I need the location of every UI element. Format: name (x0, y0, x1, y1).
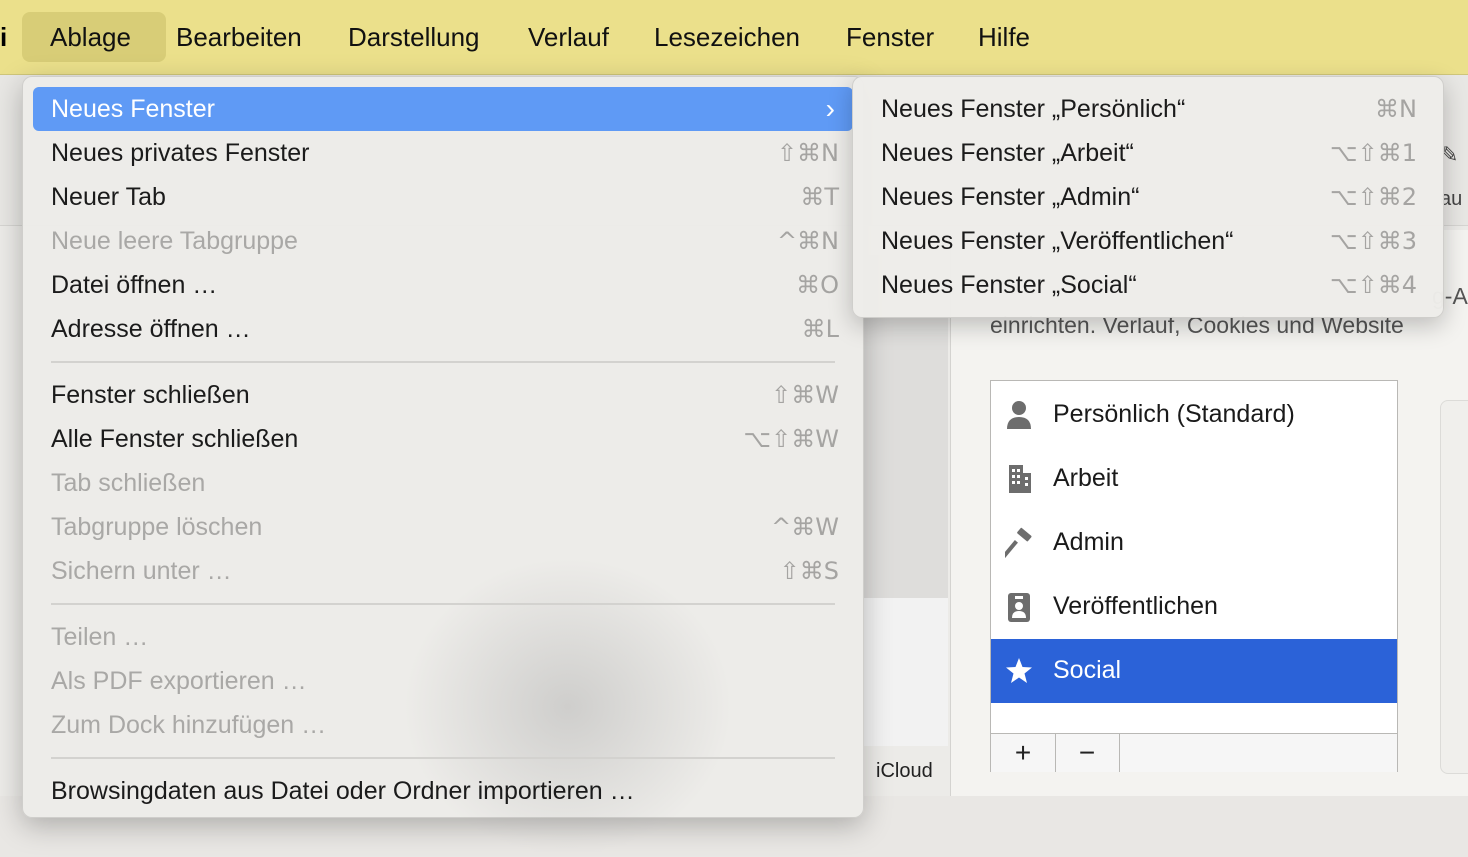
menu-ablage[interactable]: Ablage (22, 12, 166, 62)
building-icon (1009, 465, 1031, 493)
star-icon (1006, 658, 1032, 683)
profiles-list: Persönlich (Standard) Arbeit Admin Veröf… (990, 380, 1398, 772)
submenu-item-label: Neues Fenster „Social“ (881, 271, 1137, 299)
submenu-item-shortcut: ⌥⇧⌘1 (1329, 139, 1417, 167)
menu-item-als-pdf-exportieren: Als PDF exportieren … (33, 659, 853, 703)
submenu-item-label: Neues Fenster „Admin“ (881, 183, 1140, 211)
submenu-item-shortcut: ⌥⇧⌘4 (1329, 271, 1417, 299)
menu-item-label: Teilen … (51, 623, 149, 651)
menu-item-neues-fenster[interactable]: Neues Fenster › (33, 87, 853, 131)
menu-item-neuer-tab[interactable]: Neuer Tab ⌘T (33, 175, 853, 219)
menu-item-label: Als PDF exportieren … (51, 667, 307, 695)
menu-separator (51, 603, 835, 605)
menu-darstellung[interactable]: Darstellung (330, 12, 498, 62)
menu-item-shortcut: ⇧⌘S (779, 557, 839, 585)
menu-fenster[interactable]: Fenster (828, 12, 952, 62)
submenu-item-admin[interactable]: Neues Fenster „Admin“ ⌥⇧⌘2 (863, 175, 1433, 219)
menu-bar: i Ablage Bearbeiten Darstellung Verlauf … (0, 0, 1468, 75)
menu-item-label: Tabgruppe löschen (51, 513, 263, 541)
profile-label: Veröffentlichen (1053, 592, 1218, 620)
menu-item-zum-dock-hinzufuegen: Zum Dock hinzufügen … (33, 703, 853, 747)
menu-item-label: Alle Fenster schließen (51, 425, 299, 453)
add-profile-button[interactable]: + (991, 734, 1056, 772)
menu-lesezeichen[interactable]: Lesezeichen (636, 12, 818, 62)
menu-item-label: Neuer Tab (51, 183, 166, 211)
menu-item-shortcut: ⌘T (800, 183, 839, 211)
menu-item-shortcut: ^⌘N (776, 227, 839, 255)
menu-separator (51, 361, 835, 363)
submenu-item-shortcut: ⌥⇧⌘3 (1329, 227, 1417, 255)
profile-row-persoenlich[interactable]: Persönlich (Standard) (991, 383, 1397, 447)
menu-item-adresse-oeffnen[interactable]: Adresse öffnen … ⌘L (33, 307, 853, 351)
new-window-submenu: Neues Fenster „Persönlich“ ⌘N Neues Fens… (852, 76, 1444, 318)
menu-bearbeiten[interactable]: Bearbeiten (158, 12, 320, 62)
profile-detail-card (1440, 400, 1468, 774)
menu-item-alle-fenster-schliessen[interactable]: Alle Fenster schließen ⌥⇧⌘W (33, 417, 853, 461)
menu-verlauf[interactable]: Verlauf (510, 12, 627, 62)
submenu-item-persoenlich[interactable]: Neues Fenster „Persönlich“ ⌘N (863, 87, 1433, 131)
profile-row-veroeffentlichen[interactable]: Veröffentlichen (991, 575, 1397, 639)
hammer-icon (1005, 527, 1032, 558)
chevron-right-icon: › (825, 93, 835, 124)
menu-item-label: Browsingdaten aus Datei oder Ordner impo… (51, 777, 635, 805)
menu-item-teilen: Teilen … (33, 615, 853, 659)
remove-profile-button[interactable]: − (1055, 734, 1120, 772)
file-menu: Neues Fenster › Neues privates Fenster ⇧… (22, 76, 864, 857)
submenu-item-veroeffentlichen[interactable]: Neues Fenster „Veröffentlichen“ ⌥⇧⌘3 (863, 219, 1433, 263)
submenu-item-arbeit[interactable]: Neues Fenster „Arbeit“ ⌥⇧⌘1 (863, 131, 1433, 175)
menu-item-label: Tab schließen (51, 469, 206, 497)
profiles-footer: + − (991, 733, 1397, 772)
icloud-label: iCloud (876, 760, 933, 782)
menu-item-neue-leere-tabgruppe: Neue leere Tabgruppe ^⌘N (33, 219, 853, 263)
menu-item-shortcut: ⇧⌘W (771, 381, 839, 409)
apple-account-tile[interactable] (862, 598, 948, 746)
profile-label: Persönlich (Standard) (1053, 400, 1295, 428)
profile-label: Admin (1053, 528, 1124, 556)
menu-item-label: Adresse öffnen … (51, 315, 251, 343)
menu-item-label: Neues privates Fenster (51, 139, 310, 167)
badge-icon (1008, 593, 1030, 622)
menu-item-tab-schliessen: Tab schließen (33, 461, 853, 505)
menu-item-shortcut: ⇧⌘N (776, 139, 839, 167)
menu-item-label: Fenster schließen (51, 381, 250, 409)
menu-item-shortcut: ⌥⇧⌘W (743, 425, 840, 453)
menu-item-label: Datei öffnen … (51, 271, 218, 299)
submenu-item-social[interactable]: Neues Fenster „Social“ ⌥⇧⌘4 (863, 263, 1433, 307)
profile-row-arbeit[interactable]: Arbeit (991, 447, 1397, 511)
submenu-item-shortcut: ⌥⇧⌘2 (1329, 183, 1417, 211)
submenu-item-label: Neues Fenster „Arbeit“ (881, 139, 1134, 167)
profile-label: Arbeit (1053, 464, 1119, 492)
menu-item-label: Neues Fenster (51, 95, 215, 123)
menu-item-sichern-unter: Sichern unter … ⇧⌘S (33, 549, 853, 593)
menu-item-fenster-schliessen[interactable]: Fenster schließen ⇧⌘W (33, 373, 853, 417)
profile-label: Social (1053, 656, 1122, 684)
menu-hilfe[interactable]: Hilfe (960, 12, 1048, 62)
app-menu-fragment[interactable]: i (0, 22, 7, 53)
menu-item-datei-oeffnen[interactable]: Datei öffnen … ⌘O (33, 263, 853, 307)
submenu-item-label: Neues Fenster „Persönlich“ (881, 95, 1186, 123)
menu-item-label: Zum Dock hinzufügen … (51, 711, 327, 739)
menu-item-label: Sichern unter … (51, 557, 232, 585)
menu-item-browsingdaten-importieren[interactable]: Browsingdaten aus Datei oder Ordner impo… (33, 769, 853, 813)
profile-row-admin[interactable]: Admin (991, 511, 1397, 575)
menu-item-tabgruppe-loeschen: Tabgruppe löschen ^⌘W (33, 505, 853, 549)
person-icon (1007, 401, 1031, 429)
submenu-item-shortcut: ⌘N (1375, 95, 1417, 123)
menu-item-shortcut: ^⌘W (771, 513, 839, 541)
menu-item-shortcut: ⌘L (801, 315, 839, 343)
profile-row-social[interactable]: Social (991, 639, 1397, 703)
menu-separator (51, 757, 835, 759)
menu-item-neues-privates-fenster[interactable]: Neues privates Fenster ⇧⌘N (33, 131, 853, 175)
menu-item-shortcut: ⌘O (796, 271, 839, 299)
menu-item-label: Neue leere Tabgruppe (51, 227, 298, 255)
submenu-item-label: Neues Fenster „Veröffentlichen“ (881, 227, 1234, 255)
